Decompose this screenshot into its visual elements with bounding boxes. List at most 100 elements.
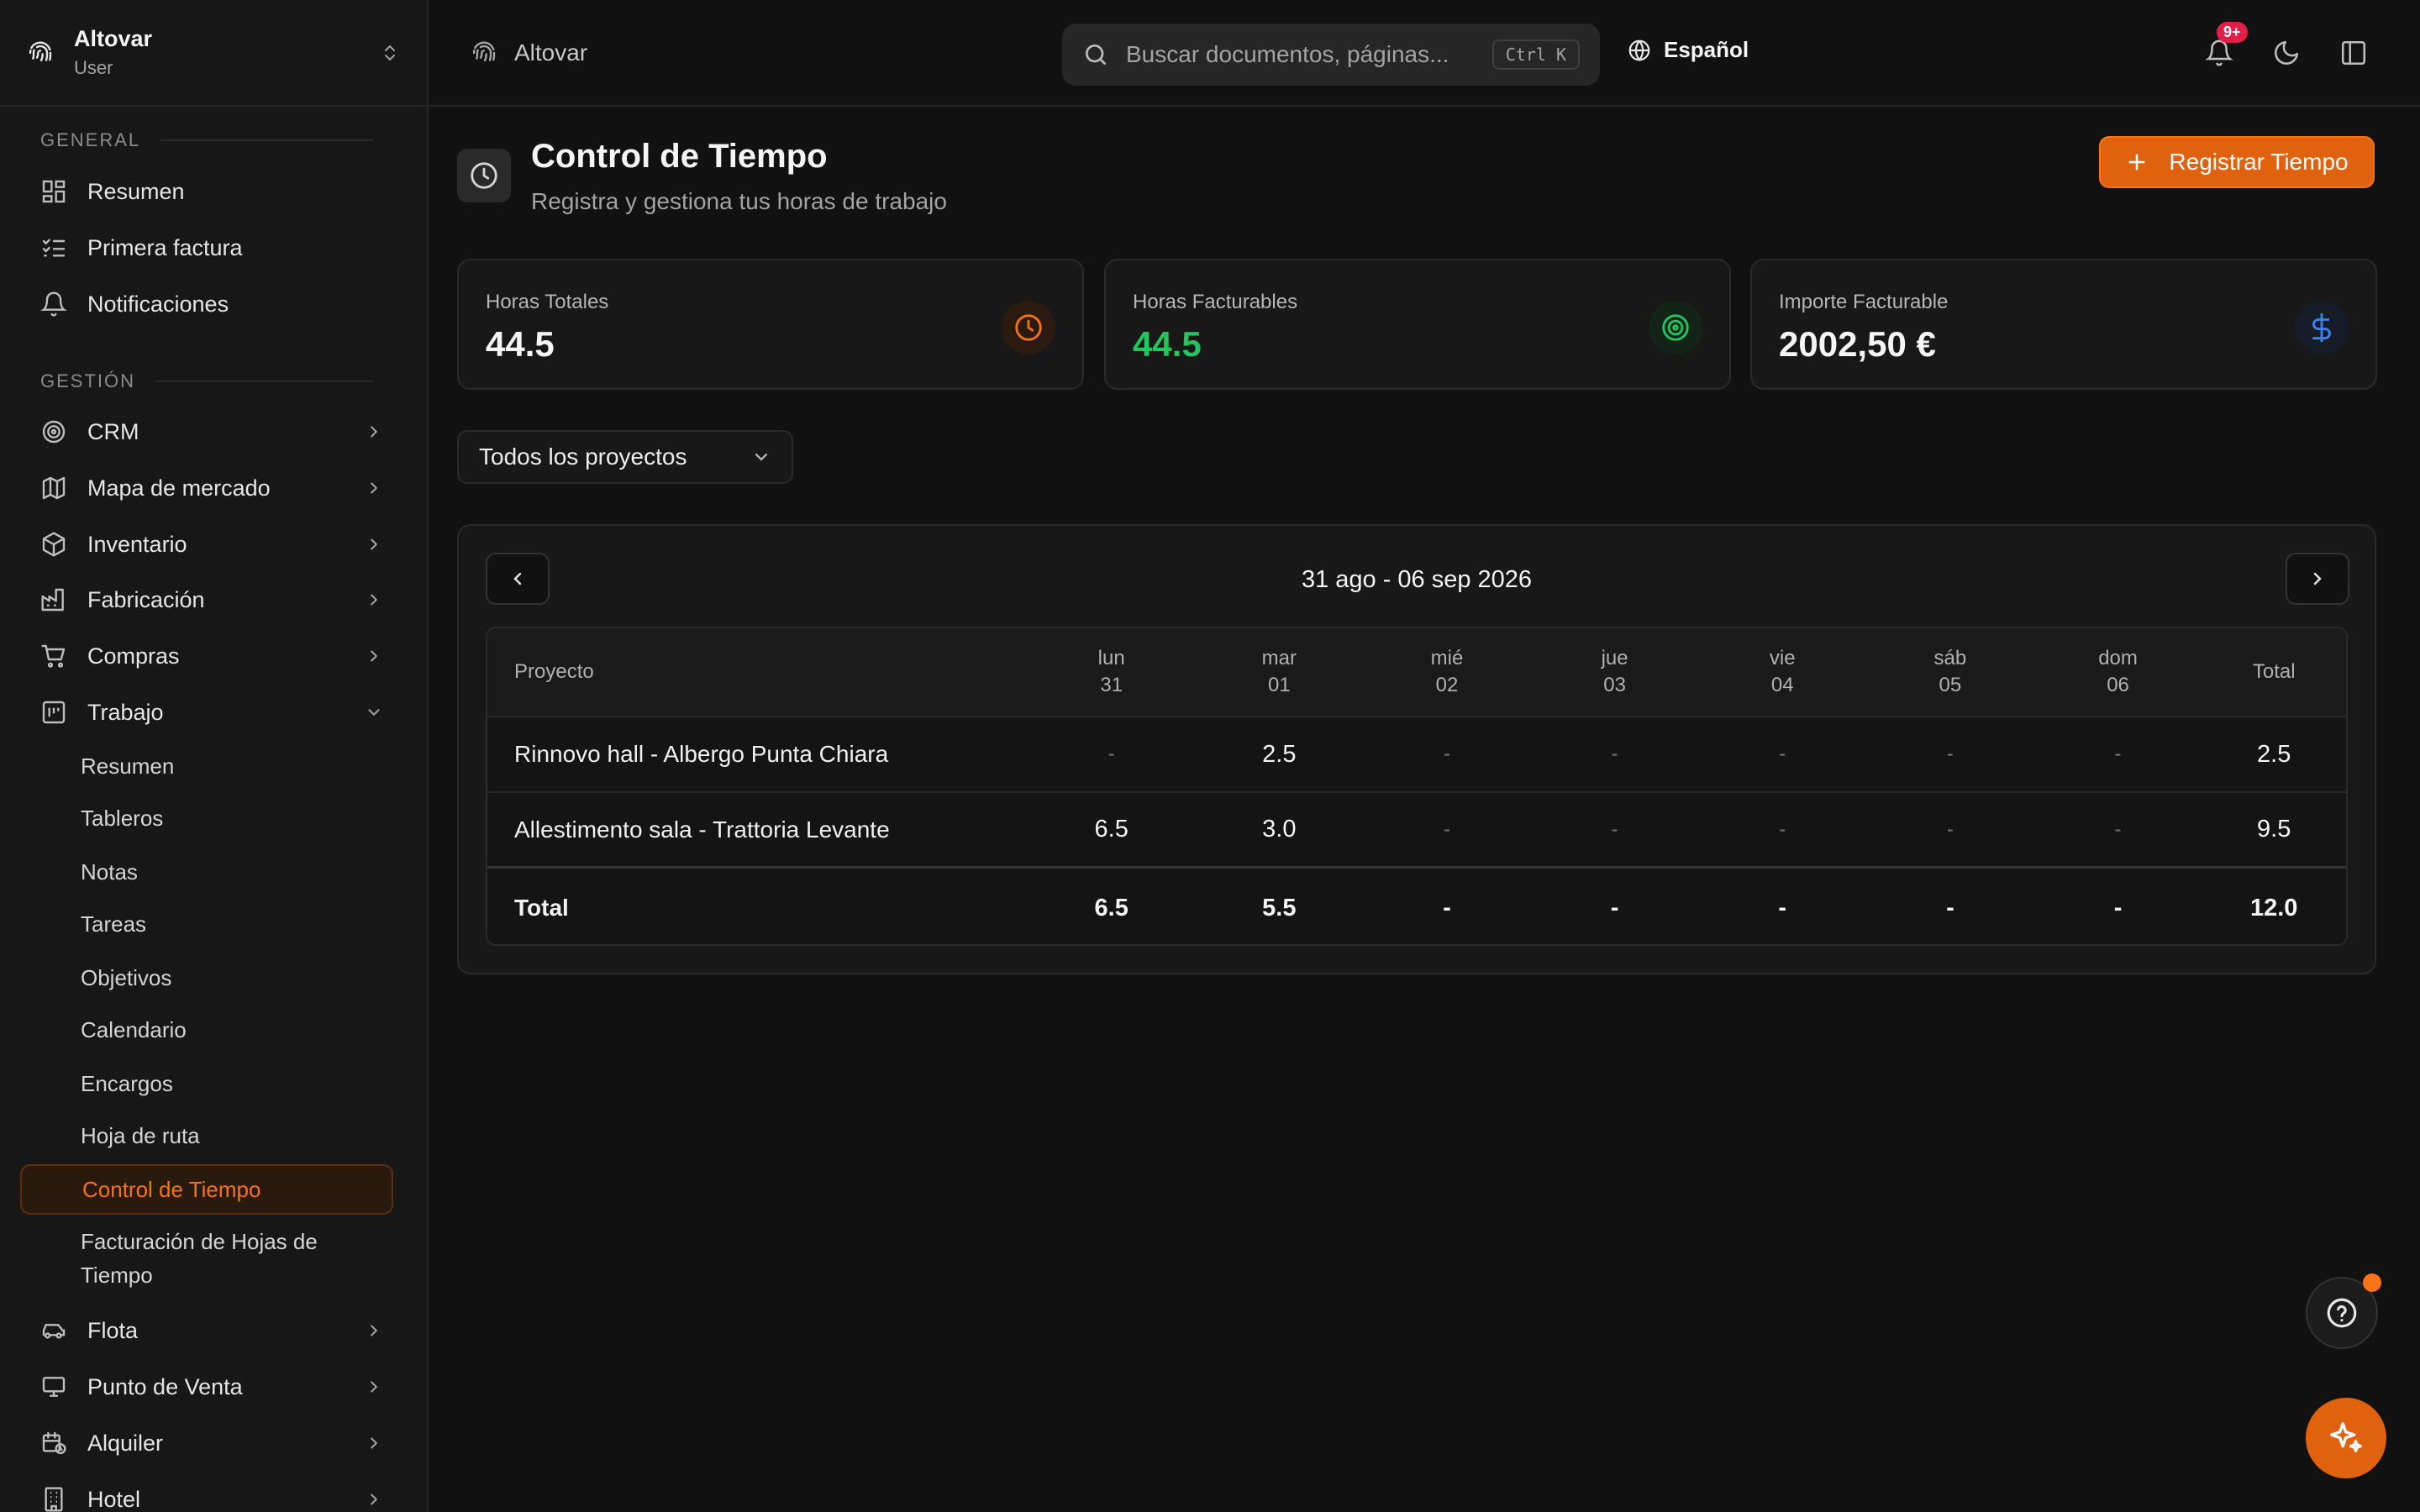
sidebar-item-crm[interactable]: CRM — [20, 407, 393, 457]
sidebar-subitem-control-de-tiempo[interactable]: Control de Tiempo — [20, 1164, 393, 1215]
chevron-right-icon — [2313, 572, 2322, 585]
sidebar-item-label: Notificaciones — [87, 291, 229, 317]
register-time-button[interactable]: Registrar Tiempo — [2099, 136, 2375, 188]
chevron-right-icon — [371, 1494, 378, 1505]
hours-cell: - — [1107, 743, 1115, 765]
hours-cell: - — [1443, 743, 1450, 765]
day-name: mié — [1430, 647, 1464, 669]
sidebar-item-hotel[interactable]: Hotel — [20, 1474, 393, 1512]
hours-cell: - — [2114, 743, 2122, 765]
map-icon — [42, 476, 66, 500]
chevron-right-icon — [371, 650, 378, 662]
help-notification-dot — [2363, 1273, 2381, 1292]
sidebar-item-mapa-de-mercado[interactable]: Mapa de mercado — [20, 463, 393, 513]
row-total-cell: 2.5 — [2257, 740, 2291, 768]
table-totals-row: Total 6.5 5.5 - - - - - 12.0 — [487, 869, 2346, 944]
sidebar-subitem-hoja-de-ruta[interactable]: Hoja de ruta — [20, 1110, 393, 1161]
timesheet-panel: 31 ago - 06 sep 2026 Proyecto lun 31 mar 0… — [457, 524, 2376, 974]
sidebar-item-flota[interactable]: Flota — [20, 1305, 393, 1356]
target-icon — [1662, 314, 1689, 341]
globe-icon — [1628, 39, 1650, 61]
sidebar-item-primera-factura[interactable]: Primera factura — [20, 223, 393, 273]
ai-assistant-button[interactable] — [2306, 1398, 2386, 1478]
project-name: Allestimento sala - Trattoria Levante — [514, 816, 890, 843]
sidebar-item-inventario[interactable]: Inventario — [20, 519, 393, 570]
totals-label: Total — [514, 895, 569, 921]
project-filter-select[interactable]: Todos los proyectos — [457, 430, 793, 484]
day-total-cell: - — [2113, 894, 2123, 921]
sidebar-item-label: Resumen — [87, 178, 185, 204]
table-row[interactable]: Allestimento sala - Trattoria Levante 6.… — [487, 793, 2346, 869]
sidebar-item-label: Mapa de mercado — [87, 475, 271, 501]
hours-cell: - — [1779, 743, 1786, 765]
sidebar-subitem-facturacion-hojas[interactable]: Facturación de Hojas de Tiempo — [20, 1223, 393, 1294]
hours-cell: - — [2114, 817, 2122, 841]
day-total-cell: - — [1778, 894, 1787, 921]
day-number: 06 — [2107, 674, 2129, 696]
column-header-day: dom 06 — [2034, 645, 2202, 699]
cart-icon — [41, 644, 66, 668]
org-switcher[interactable]: Altovar User — [0, 0, 427, 107]
moon-icon[interactable] — [2272, 39, 2301, 67]
hours-cell: - — [1946, 817, 1954, 841]
timesheet-table: Proyecto lun 31 mar 01 mié 02 jue 03 vie 04 s… — [486, 627, 2348, 946]
sidebar-item-compras[interactable]: Compras — [20, 631, 393, 681]
sidebar-item-trabajo[interactable]: Trabajo — [20, 687, 393, 738]
sidebar-item-label: Alquiler — [87, 1430, 164, 1456]
stat-label: Horas Totales — [486, 291, 609, 313]
help-circle-icon — [2327, 1298, 2357, 1328]
sidebar-subitem-tableros[interactable]: Tableros — [20, 793, 393, 843]
breadcrumb[interactable]: Altovar — [471, 39, 587, 66]
language-selector[interactable]: Español — [1627, 37, 1749, 63]
search-shortcut: Ctrl K — [1491, 39, 1580, 70]
table-row[interactable]: Rinnovo hall - Albergo Punta Chiara - 2.… — [487, 717, 2346, 793]
day-number: 03 — [1603, 674, 1626, 696]
sidebar-subitem-calendario[interactable]: Calendario — [20, 1005, 393, 1055]
checklist-icon — [42, 239, 66, 257]
fingerprint-icon — [29, 41, 52, 61]
project-name: Rinnovo hall - Albergo Punta Chiara — [514, 741, 889, 767]
day-total-cell: 5.5 — [1262, 894, 1297, 921]
clock-icon — [1015, 314, 1042, 341]
sidebar-item-notificaciones[interactable]: Notificaciones — [20, 279, 393, 329]
bell-icon — [40, 291, 67, 317]
sidebar-item-punto-de-venta[interactable]: Punto de Venta — [20, 1362, 393, 1412]
column-header-day: mar 01 — [1196, 645, 1364, 699]
plus-icon — [2128, 154, 2145, 171]
sidebar-item-alquiler[interactable]: Alquiler — [20, 1418, 393, 1468]
sidebar-item-label: Primera factura — [87, 234, 243, 260]
stat-icon-wrap — [1002, 301, 1055, 354]
bell-icon[interactable] — [2205, 39, 2233, 67]
sidebar-subitem-objetivos[interactable]: Objetivos — [20, 953, 393, 1003]
sidebar-subitem-resumen[interactable]: Resumen — [20, 741, 393, 791]
chevron-right-icon — [371, 1381, 378, 1393]
day-name: mar — [1261, 647, 1297, 669]
hours-cell: - — [1946, 743, 1954, 765]
sidebar-subitem-encargos[interactable]: Encargos — [20, 1058, 393, 1109]
monitor-icon — [42, 1377, 66, 1397]
sidebar: Altovar User GENERAL Resumen Primera fac… — [0, 0, 429, 1512]
search-input[interactable]: Buscar documentos, páginas... Ctrl K — [1062, 24, 1600, 86]
chevron-right-icon — [371, 426, 378, 438]
sidebar-item-resumen[interactable]: Resumen — [20, 166, 393, 217]
column-header-total: Total — [2252, 660, 2296, 683]
sidebar-item-label: Inventario — [87, 531, 187, 557]
column-header-day: lun 31 — [1028, 645, 1196, 699]
day-total-cell: 6.5 — [1094, 894, 1128, 921]
stat-icon-wrap — [1649, 301, 1702, 354]
sidebar-item-label: Hotel — [87, 1486, 141, 1512]
calendar-clock-icon — [42, 1431, 66, 1455]
sidebar-subitem-tareas[interactable]: Tareas — [20, 899, 393, 949]
stat-label: Horas Facturables — [1133, 291, 1298, 313]
sidebar-subitem-notas[interactable]: Notas — [20, 847, 393, 897]
day-name: dom — [2098, 647, 2138, 669]
sidebar-item-fabricacion[interactable]: Fabricación — [20, 575, 393, 625]
column-header-day: mié 02 — [1363, 645, 1531, 699]
day-number: 05 — [1939, 674, 1962, 696]
day-name: jue — [1601, 647, 1628, 669]
day-number: 01 — [1267, 674, 1291, 696]
next-week-button[interactable] — [2286, 553, 2349, 605]
factory-icon — [41, 588, 64, 612]
chevron-down-icon — [368, 709, 380, 717]
sidebar-toggle-icon[interactable] — [2339, 39, 2368, 67]
